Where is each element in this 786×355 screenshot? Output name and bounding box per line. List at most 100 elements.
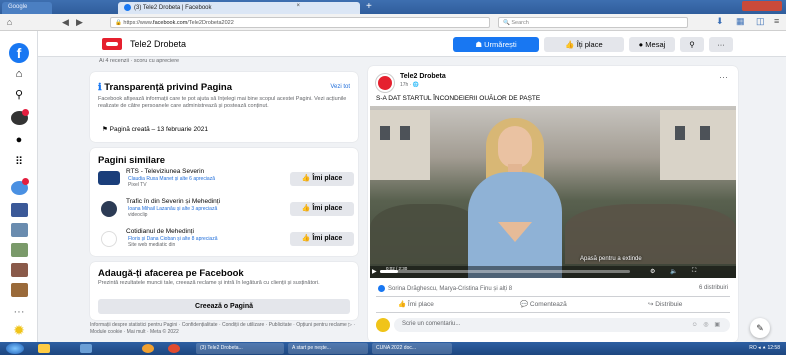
reactions-text: Sorina Drăghescu, Marya-Cristina Finu și… [388, 286, 513, 293]
reactions-summary[interactable]: Sorina Drăghescu, Marya-Cristina Finu și… [378, 285, 512, 292]
page-thumbnail[interactable] [11, 263, 28, 277]
thumbs-up-icon: 👍 [301, 205, 313, 212]
search-icon[interactable]: ⚲ [10, 88, 28, 102]
fullscreen-icon[interactable]: ⛶ [692, 268, 696, 275]
post-time[interactable]: 17h · 🌐 [400, 82, 419, 88]
building-window [380, 126, 390, 140]
library-icon[interactable]: ▦ [736, 16, 745, 27]
explorer-icon[interactable] [38, 344, 50, 353]
video-progress[interactable] [380, 270, 630, 273]
chrome-icon[interactable] [168, 344, 180, 353]
like-page-button[interactable]: 👍 Îți place [544, 37, 624, 52]
post-author[interactable]: Tele2 Drobeta [400, 73, 446, 80]
author-avatar[interactable] [376, 74, 394, 92]
message-button[interactable]: ● Mesaj [629, 37, 675, 52]
settings-icon[interactable]: ⚙ [650, 268, 655, 275]
comment-action-label: Comentează [529, 301, 567, 308]
notification-badge [22, 109, 29, 116]
address-bar[interactable]: 🔒 https://www.facebook.com/Tele2Drobeta2… [110, 17, 490, 28]
messenger-icon[interactable]: ● [10, 133, 28, 147]
sun-avatar-icon[interactable]: ✹ [10, 323, 28, 337]
close-tab-icon[interactable]: × [296, 3, 300, 9]
page-thumbnail[interactable] [11, 283, 28, 297]
post-video[interactable]: Apasă pentru a extinde ▶ 0:02 / 2:30 ⚙ 🔈… [370, 106, 736, 278]
like-button[interactable]: 👍 Îmi place [290, 202, 354, 216]
taskbar-item[interactable]: A start pe nește... [288, 343, 368, 354]
footer-links[interactable]: Informații despre statistici pentru Pagi… [90, 322, 360, 335]
forward-icon[interactable]: ▶ [74, 17, 85, 28]
more-options-button[interactable]: ··· [709, 37, 733, 52]
similar-page-category: Site web mediatic din [128, 242, 176, 248]
comment-placeholder: Scrie un comentariu... [402, 321, 461, 327]
similar-page-category: videoclip [128, 212, 148, 218]
home-icon[interactable]: ⌂ [10, 67, 28, 81]
thumbs-up-icon: 👍 [398, 301, 408, 308]
download-icon[interactable]: ⬇ [716, 16, 724, 27]
system-tray[interactable]: RO ◂ ⯅ 12:58 [749, 345, 780, 351]
building-window [400, 126, 410, 140]
message-label: Mesaj [645, 40, 666, 49]
play-icon[interactable]: ▶ [372, 268, 377, 275]
follow-button[interactable]: ☗ Urmărești [453, 37, 539, 52]
tab-facebook[interactable]: (3) Tele2 Drobeta | Facebook × [118, 2, 360, 14]
search-placeholder: Search [511, 20, 529, 26]
search-bar[interactable]: 🔍 Search [498, 17, 688, 28]
similar-page-row: Cotidianul de Mehedinți Floris și Dana C… [98, 228, 356, 250]
comment-action-button[interactable]: 💬 Comentează [520, 300, 567, 308]
new-tab-button[interactable]: + [366, 1, 372, 12]
page-thumbnail[interactable] [11, 203, 28, 217]
firefox-icon[interactable] [142, 344, 154, 353]
url-prefix: https://www. [123, 20, 154, 26]
user-avatar [376, 318, 390, 332]
page-header: Tele2 Drobeta ☗ Urmărești 👍 Îți place ● … [38, 31, 786, 57]
taskbar-item[interactable]: CUNA 2022 doc... [372, 343, 452, 354]
page-created-text: Pagină creată – 13 februarie 2021 [109, 126, 208, 133]
similar-page-row: RTS - Televiziunea Severin Claudia Ruxa … [98, 168, 356, 190]
tab-google[interactable]: Google [2, 2, 52, 14]
share-action-button[interactable]: ↪ Distribuie [648, 300, 682, 308]
cotidianul-logo [101, 231, 117, 247]
see-all-link[interactable]: Vezi tot [330, 84, 350, 91]
page-created: ⚑ Pagină creată – 13 februarie 2021 [102, 125, 208, 133]
post-options-button[interactable]: ··· [719, 72, 728, 82]
shares-count[interactable]: 6 distribuiri [699, 285, 728, 291]
start-button[interactable] [6, 343, 24, 354]
menu-icon[interactable]: ≡ [774, 16, 779, 26]
create-page-button[interactable]: Creează o Pagină [98, 299, 350, 314]
more-icon: ··· [717, 40, 725, 49]
share-action-label: Distribuie [655, 301, 683, 308]
extensions-icon[interactable]: ◫ [756, 16, 765, 27]
similar-page-row: Trafic în din Severin și Mehedinți Ioana… [98, 198, 356, 220]
tab-label: Google [8, 4, 28, 10]
like-reaction-icon [378, 285, 385, 292]
like-action-button[interactable]: 👍 Îmi place [398, 300, 434, 308]
page-thumbnail[interactable] [11, 223, 28, 237]
similar-page-category: Pixel TV [128, 182, 147, 188]
facebook-logo-icon[interactable]: f [9, 43, 29, 63]
browser-nav-bar: ⌂ ◀ ▶ 🔒 https://www.facebook.com/Tele2Dr… [0, 14, 786, 31]
like-button[interactable]: 👍 Îmi place [290, 232, 354, 246]
search-page-button[interactable]: ⚲ [680, 37, 704, 52]
expand-hint[interactable]: Apasă pentru a extinde [580, 256, 642, 262]
page-thumbnail[interactable] [11, 243, 28, 257]
back-icon[interactable]: ◀ [60, 17, 71, 28]
window-controls[interactable] [742, 1, 782, 11]
similar-page-name[interactable]: Trafic în din Severin și Mehedinți [126, 198, 220, 205]
comment-tools-icons[interactable]: ☺ ◎ ▣ [692, 321, 722, 328]
more-icon[interactable]: ··· [10, 305, 28, 319]
new-message-button[interactable]: ✎ [750, 318, 770, 338]
comment-input[interactable]: Scrie un comentariu... ☺ ◎ ▣ [394, 318, 730, 332]
facebook-left-rail: f ⌂ ⚲ ● ⠿ ··· ✹ [0, 31, 38, 342]
similar-page-name[interactable]: Cotidianul de Mehedinți [126, 228, 194, 235]
like-button-label: Îmi place [312, 175, 343, 182]
transparency-description: Facebook afișează informații care te pot… [98, 96, 347, 109]
home-icon[interactable]: ⌂ [4, 17, 15, 28]
volume-icon[interactable]: 🔈 [670, 268, 677, 275]
media-icon[interactable] [80, 344, 92, 353]
apps-grid-icon[interactable]: ⠿ [10, 155, 28, 169]
building-right [660, 110, 736, 180]
like-button[interactable]: 👍 Îmi place [290, 172, 354, 186]
similar-page-name[interactable]: RTS - Televiziunea Severin [126, 168, 204, 175]
taskbar-item[interactable]: (3) Tele2 Drobeta... [196, 343, 284, 354]
building-window [700, 126, 710, 140]
